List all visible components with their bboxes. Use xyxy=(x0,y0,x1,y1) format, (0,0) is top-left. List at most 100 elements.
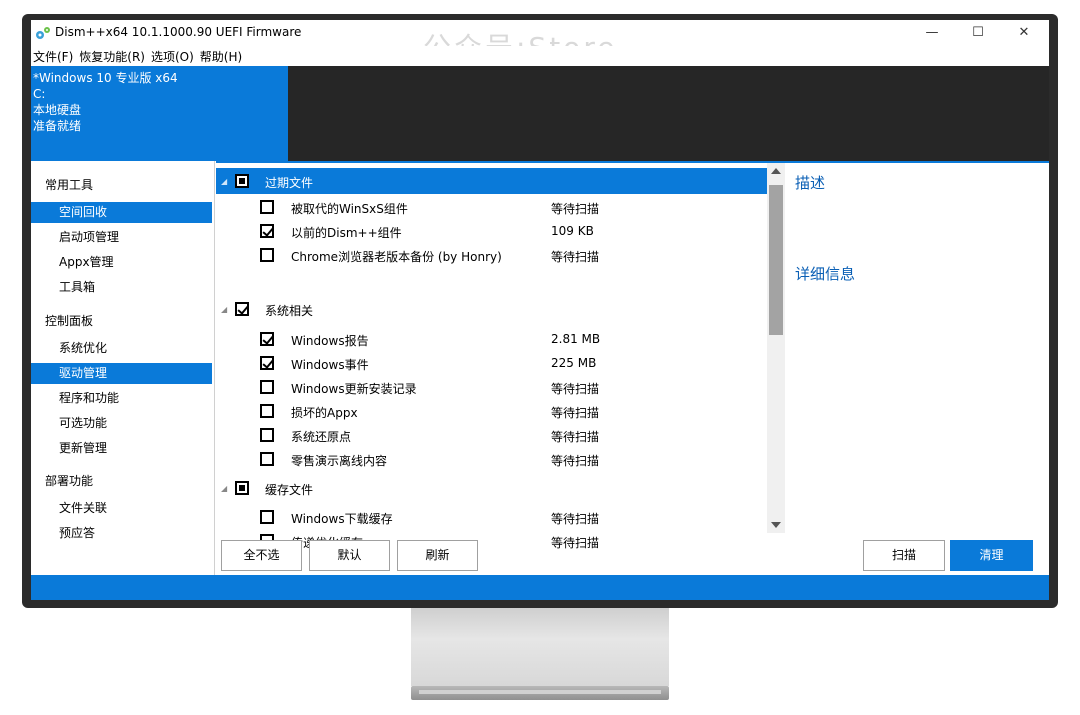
status-bar xyxy=(31,575,1049,600)
item-size: 等待扫描 xyxy=(551,512,600,526)
session-list-area xyxy=(288,66,1049,161)
item-checkbox[interactable] xyxy=(260,224,274,238)
collapse-arrow-icon[interactable]: ◢ xyxy=(221,305,227,314)
item-checkbox[interactable] xyxy=(260,404,274,418)
description-panel: 描述 详细信息 xyxy=(786,163,1049,575)
os-name: *Windows 10 专业版 x64 xyxy=(33,71,178,85)
minimize-button[interactable]: — xyxy=(909,20,955,46)
sidebar-item-space-reclaim[interactable]: 空间回收 xyxy=(31,202,212,223)
sidebar-item-file-association[interactable]: 文件关联 xyxy=(31,498,212,519)
item-checkbox[interactable] xyxy=(260,248,274,262)
window-title: Dism++x64 10.1.1000.90 UEFI Firmware xyxy=(55,25,302,39)
refresh-button[interactable]: 刷新 xyxy=(397,540,478,571)
scan-button[interactable]: 扫描 xyxy=(863,540,945,571)
item-name: 系统还原点 xyxy=(291,430,352,444)
sidebar-group-common-tools[interactable]: 常用工具 xyxy=(45,176,93,193)
list-item[interactable]: 以前的Dism++组件 109 KB xyxy=(216,219,767,243)
group-checkbox[interactable] xyxy=(235,481,249,495)
menu-recovery[interactable]: 恢复功能(R) xyxy=(76,47,148,67)
item-checkbox[interactable] xyxy=(260,380,274,394)
item-size: 等待扫描 xyxy=(551,406,600,420)
scroll-down-arrow-icon[interactable] xyxy=(771,522,781,528)
item-name: 零售演示离线内容 xyxy=(291,454,388,468)
collapse-arrow-icon[interactable]: ◢ xyxy=(221,177,227,186)
item-name: 损坏的Appx xyxy=(291,406,358,420)
item-size: 2.81 MB xyxy=(551,332,601,346)
collapse-arrow-icon[interactable]: ◢ xyxy=(221,484,227,493)
group-label: 系统相关 xyxy=(265,304,314,318)
list-item[interactable]: 系统还原点 等待扫描 xyxy=(216,423,767,447)
scroll-up-arrow-icon[interactable] xyxy=(771,168,781,174)
group-row-system[interactable]: ◢ 系统相关 xyxy=(216,296,767,322)
menu-bar: 文件(F) 恢复功能(R) 选项(O) 帮助(H) xyxy=(31,46,1049,66)
app-window: Dism++x64 10.1.1000.90 UEFI Firmware 公众号… xyxy=(31,20,1049,600)
list-item[interactable]: 零售演示离线内容 等待扫描 xyxy=(216,447,767,471)
select-none-button[interactable]: 全不选 xyxy=(221,540,302,571)
sidebar-item-appx[interactable]: Appx管理 xyxy=(31,252,212,273)
group-row-expired-files[interactable]: ◢ 过期文件 xyxy=(216,168,767,194)
sidebar-item-startup[interactable]: 启动项管理 xyxy=(31,227,212,248)
item-size: 等待扫描 xyxy=(551,250,600,264)
maximize-button[interactable]: ☐ xyxy=(955,20,1001,46)
item-name: Windows更新安装记录 xyxy=(291,382,417,396)
close-button[interactable]: ✕ xyxy=(1001,20,1047,46)
item-name: Windows报告 xyxy=(291,334,369,348)
group-row-cache[interactable]: ◢ 缓存文件 xyxy=(216,475,767,501)
clean-button[interactable]: 清理 xyxy=(950,540,1033,571)
disk-type: 本地硬盘 xyxy=(33,103,82,117)
sidebar-group-deployment[interactable]: 部署功能 xyxy=(45,472,93,489)
menu-file[interactable]: 文件(F) xyxy=(31,47,76,67)
session-info-panel[interactable]: *Windows 10 专业版 x64 C: 本地硬盘 准备就绪 xyxy=(31,66,288,161)
group-checkbox[interactable] xyxy=(235,174,249,188)
item-name: Windows事件 xyxy=(291,358,369,372)
item-checkbox[interactable] xyxy=(260,332,274,346)
item-size: 等待扫描 xyxy=(551,202,600,216)
details-title: 详细信息 xyxy=(795,265,856,283)
menu-help[interactable]: 帮助(H) xyxy=(197,47,245,67)
drive-letter: C: xyxy=(33,87,46,101)
list-item[interactable]: 被取代的WinSxS组件 等待扫描 xyxy=(216,195,767,219)
monitor-stand-base xyxy=(411,686,669,700)
item-checkbox[interactable] xyxy=(260,452,274,466)
list-item[interactable]: Windows事件 225 MB xyxy=(216,351,767,375)
item-size: 等待扫描 xyxy=(551,454,600,468)
sidebar: 常用工具 空间回收 启动项管理 Appx管理 工具箱 控制面板 系统优化 驱动管… xyxy=(31,161,215,575)
cleanup-list: ◢ 过期文件 被取代的WinSxS组件 等待扫描 以前的Dism++组件 109… xyxy=(216,163,767,550)
sidebar-group-control-panel[interactable]: 控制面板 xyxy=(45,312,93,329)
item-checkbox[interactable] xyxy=(260,200,274,214)
list-item[interactable]: Windows报告 2.81 MB xyxy=(216,327,767,351)
group-checkbox[interactable] xyxy=(235,302,249,316)
item-name: 被取代的WinSxS组件 xyxy=(291,202,408,216)
item-size: 109 KB xyxy=(551,224,594,238)
default-button[interactable]: 默认 xyxy=(309,540,390,571)
sidebar-item-toolbox[interactable]: 工具箱 xyxy=(31,277,212,298)
item-size: 225 MB xyxy=(551,356,597,370)
menu-options[interactable]: 选项(O) xyxy=(148,47,197,67)
monitor-stand xyxy=(411,608,669,686)
list-scrollbar[interactable] xyxy=(767,163,785,533)
list-item[interactable]: 损坏的Appx 等待扫描 xyxy=(216,399,767,423)
sidebar-item-optional-features[interactable]: 可选功能 xyxy=(31,413,212,434)
item-size: 等待扫描 xyxy=(551,430,600,444)
sidebar-item-answer-file[interactable]: 预应答 xyxy=(31,523,212,544)
list-item[interactable]: Windows更新安装记录 等待扫描 xyxy=(216,375,767,399)
group-label: 缓存文件 xyxy=(265,483,314,497)
item-size: 等待扫描 xyxy=(551,382,600,396)
sidebar-item-updates[interactable]: 更新管理 xyxy=(31,438,212,459)
sidebar-item-system-optimize[interactable]: 系统优化 xyxy=(31,338,212,359)
list-item[interactable]: Chrome浏览器老版本备份 (by Honry) 等待扫描 xyxy=(216,243,767,267)
item-checkbox[interactable] xyxy=(260,428,274,442)
list-item[interactable]: Windows下载缓存 等待扫描 xyxy=(216,505,767,529)
item-name: Windows下载缓存 xyxy=(291,512,393,526)
sidebar-item-programs[interactable]: 程序和功能 xyxy=(31,388,212,409)
title-bar: Dism++x64 10.1.1000.90 UEFI Firmware 公众号… xyxy=(31,20,1049,64)
item-checkbox[interactable] xyxy=(260,510,274,524)
item-name: Chrome浏览器老版本备份 (by Honry) xyxy=(291,250,502,264)
item-size: 等待扫描 xyxy=(551,536,600,550)
group-label: 过期文件 xyxy=(265,176,314,190)
item-checkbox[interactable] xyxy=(260,356,274,370)
scroll-thumb[interactable] xyxy=(769,185,783,335)
description-title: 描述 xyxy=(795,174,826,192)
sidebar-item-drivers[interactable]: 驱动管理 xyxy=(31,363,212,384)
gears-icon xyxy=(36,27,50,39)
